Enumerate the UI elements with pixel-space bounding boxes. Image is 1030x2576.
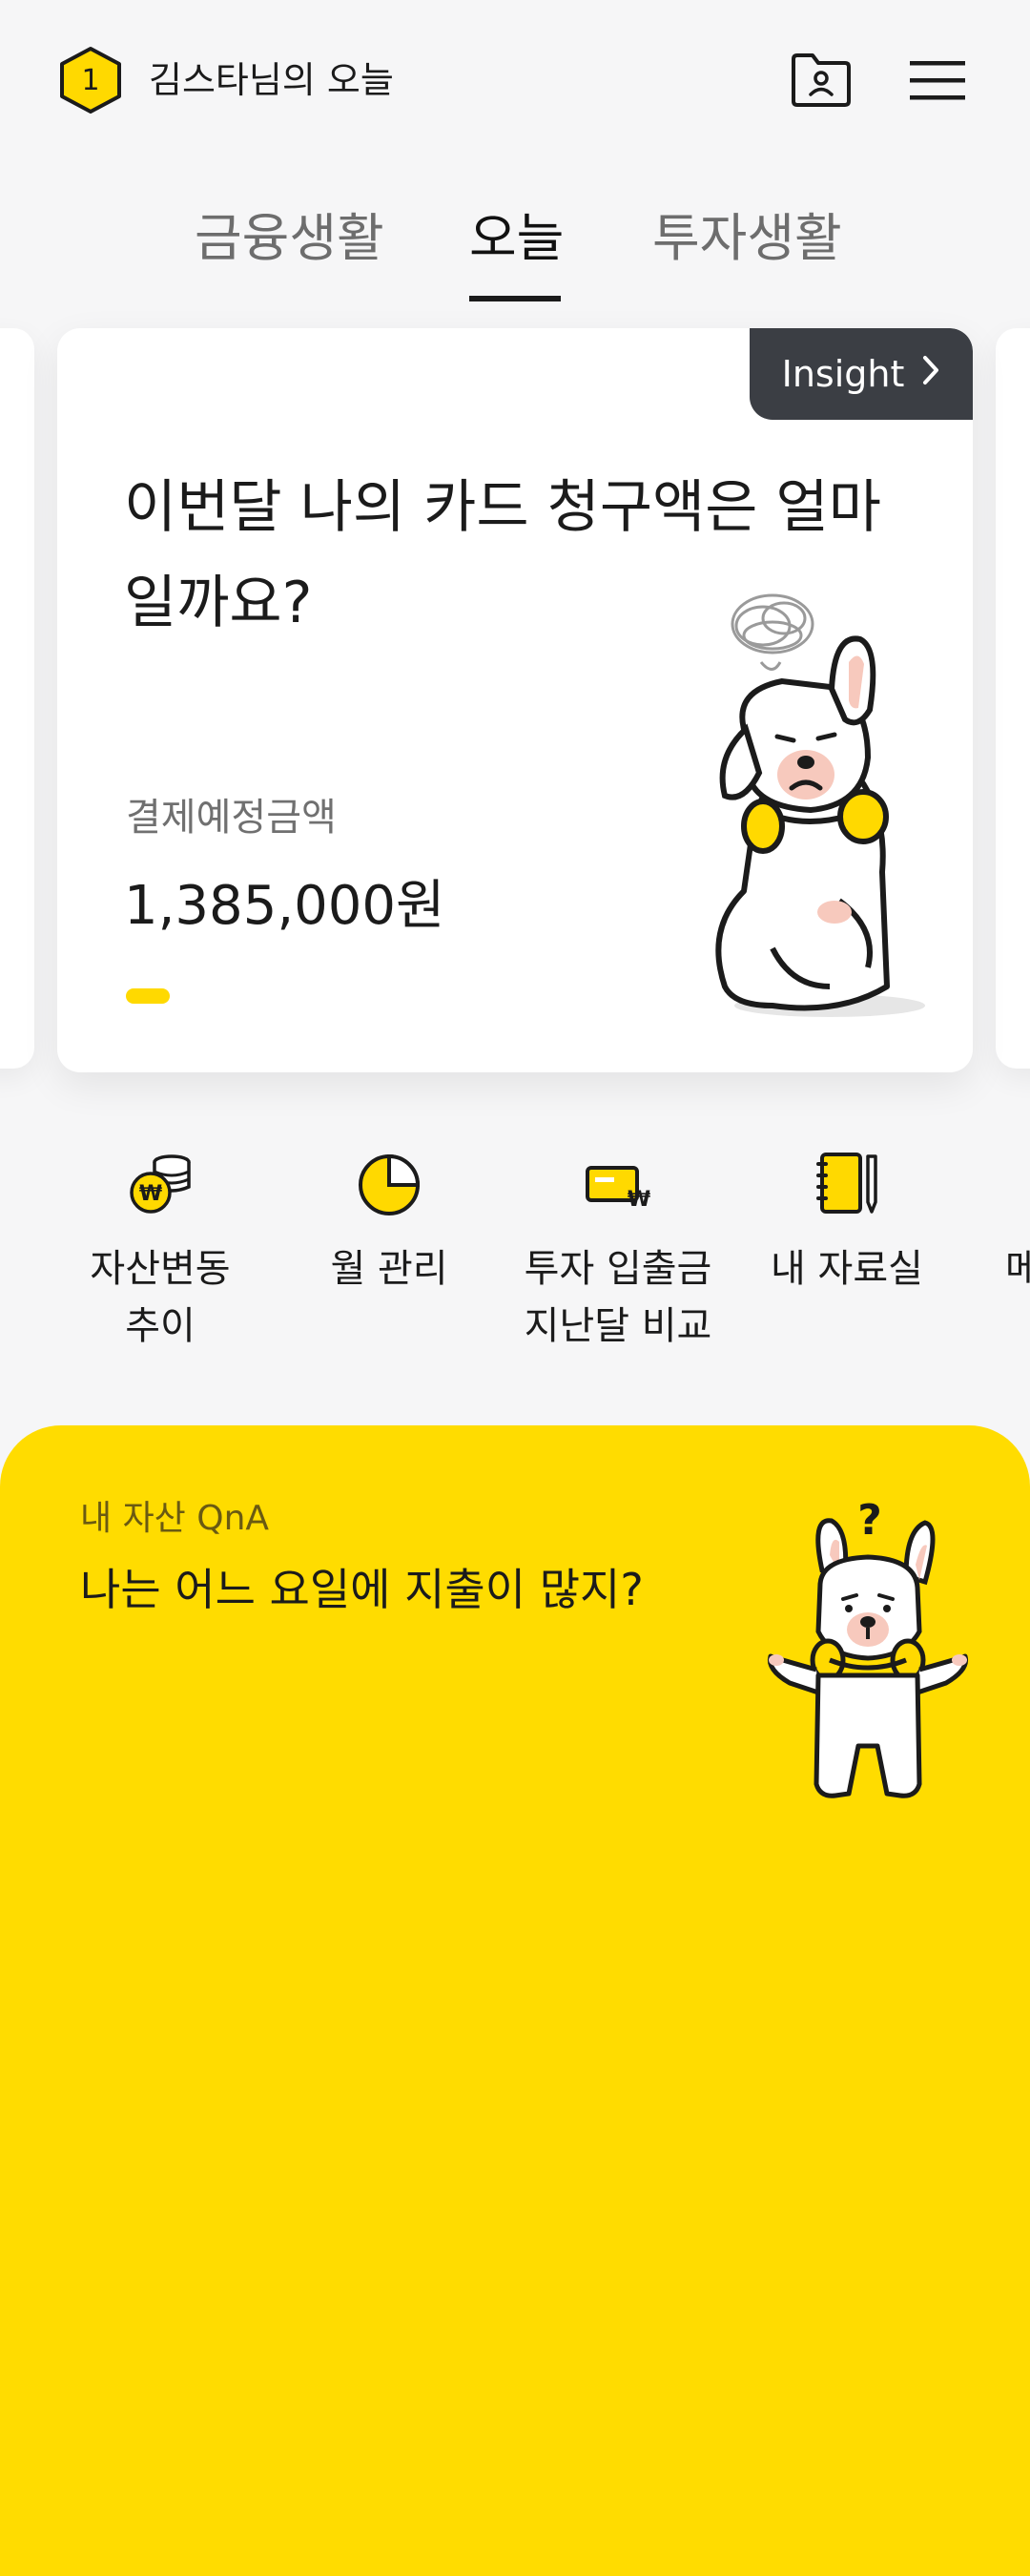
- asset-coins-icon[interactable]: ₩: [122, 1149, 198, 1217]
- quick-menu-label-monthly[interactable]: 월 관리: [311, 1240, 467, 1298]
- carousel-page-indicator: [126, 988, 170, 1004]
- svg-text:?: ?: [857, 1496, 882, 1545]
- quick-menu-label-more[interactable]: 메: [1005, 1240, 1030, 1298]
- hamburger-menu-icon[interactable]: [908, 57, 967, 103]
- previous-card-peek[interactable]: [0, 328, 34, 1069]
- notebook-icon[interactable]: [809, 1149, 885, 1217]
- level-number: 1: [81, 63, 100, 97]
- folder-user-icon[interactable]: [790, 50, 853, 109]
- svg-text:₩: ₩: [628, 1188, 650, 1212]
- quick-menu-label: 추이: [125, 1304, 196, 1348]
- svg-text:₩: ₩: [139, 1182, 162, 1206]
- insight-button[interactable]: Insight: [750, 328, 973, 420]
- confused-dog-illustration: [668, 586, 954, 1025]
- next-card-peek[interactable]: [996, 328, 1030, 1069]
- chevron-right-icon: [921, 353, 940, 395]
- quick-menu-label: 투자 입출금: [524, 1247, 712, 1291]
- amount-label: 결제예정금액: [126, 796, 337, 840]
- active-tab-indicator: [469, 296, 561, 301]
- amount-value: 1,385,000원: [124, 875, 445, 937]
- page-title: 김스타님의 오늘: [149, 59, 394, 101]
- qna-label: 내 자산 QnA: [80, 1499, 270, 1538]
- tab-investment-life[interactable]: 투자생활: [652, 200, 842, 277]
- card-won-icon[interactable]: ₩: [580, 1149, 656, 1217]
- quick-menu-label-investment[interactable]: 투자 입출금 지난달 비교: [504, 1240, 732, 1355]
- tab-today[interactable]: 오늘: [469, 200, 564, 277]
- qna-question[interactable]: 나는 어느 요일에 지출이 많지?: [80, 1555, 644, 1618]
- pie-chart-icon[interactable]: [351, 1149, 427, 1217]
- quick-menu-label: 자산변동: [90, 1247, 231, 1291]
- quick-menu-label-asset-trend[interactable]: 자산변동 추이: [82, 1240, 238, 1355]
- insight-card[interactable]: Insight 이번달 나의 카드 청구액은 얼마일까요? 결제예정금액 1,3…: [57, 328, 973, 1072]
- quick-menu-label: 지난달 비교: [524, 1304, 712, 1348]
- quick-menu-label-library[interactable]: 내 자료실: [752, 1240, 942, 1298]
- question-dog-illustration: ?: [763, 1488, 973, 1803]
- tab-finance-life[interactable]: 금융생활: [195, 200, 384, 277]
- insight-label: Insight: [781, 353, 905, 395]
